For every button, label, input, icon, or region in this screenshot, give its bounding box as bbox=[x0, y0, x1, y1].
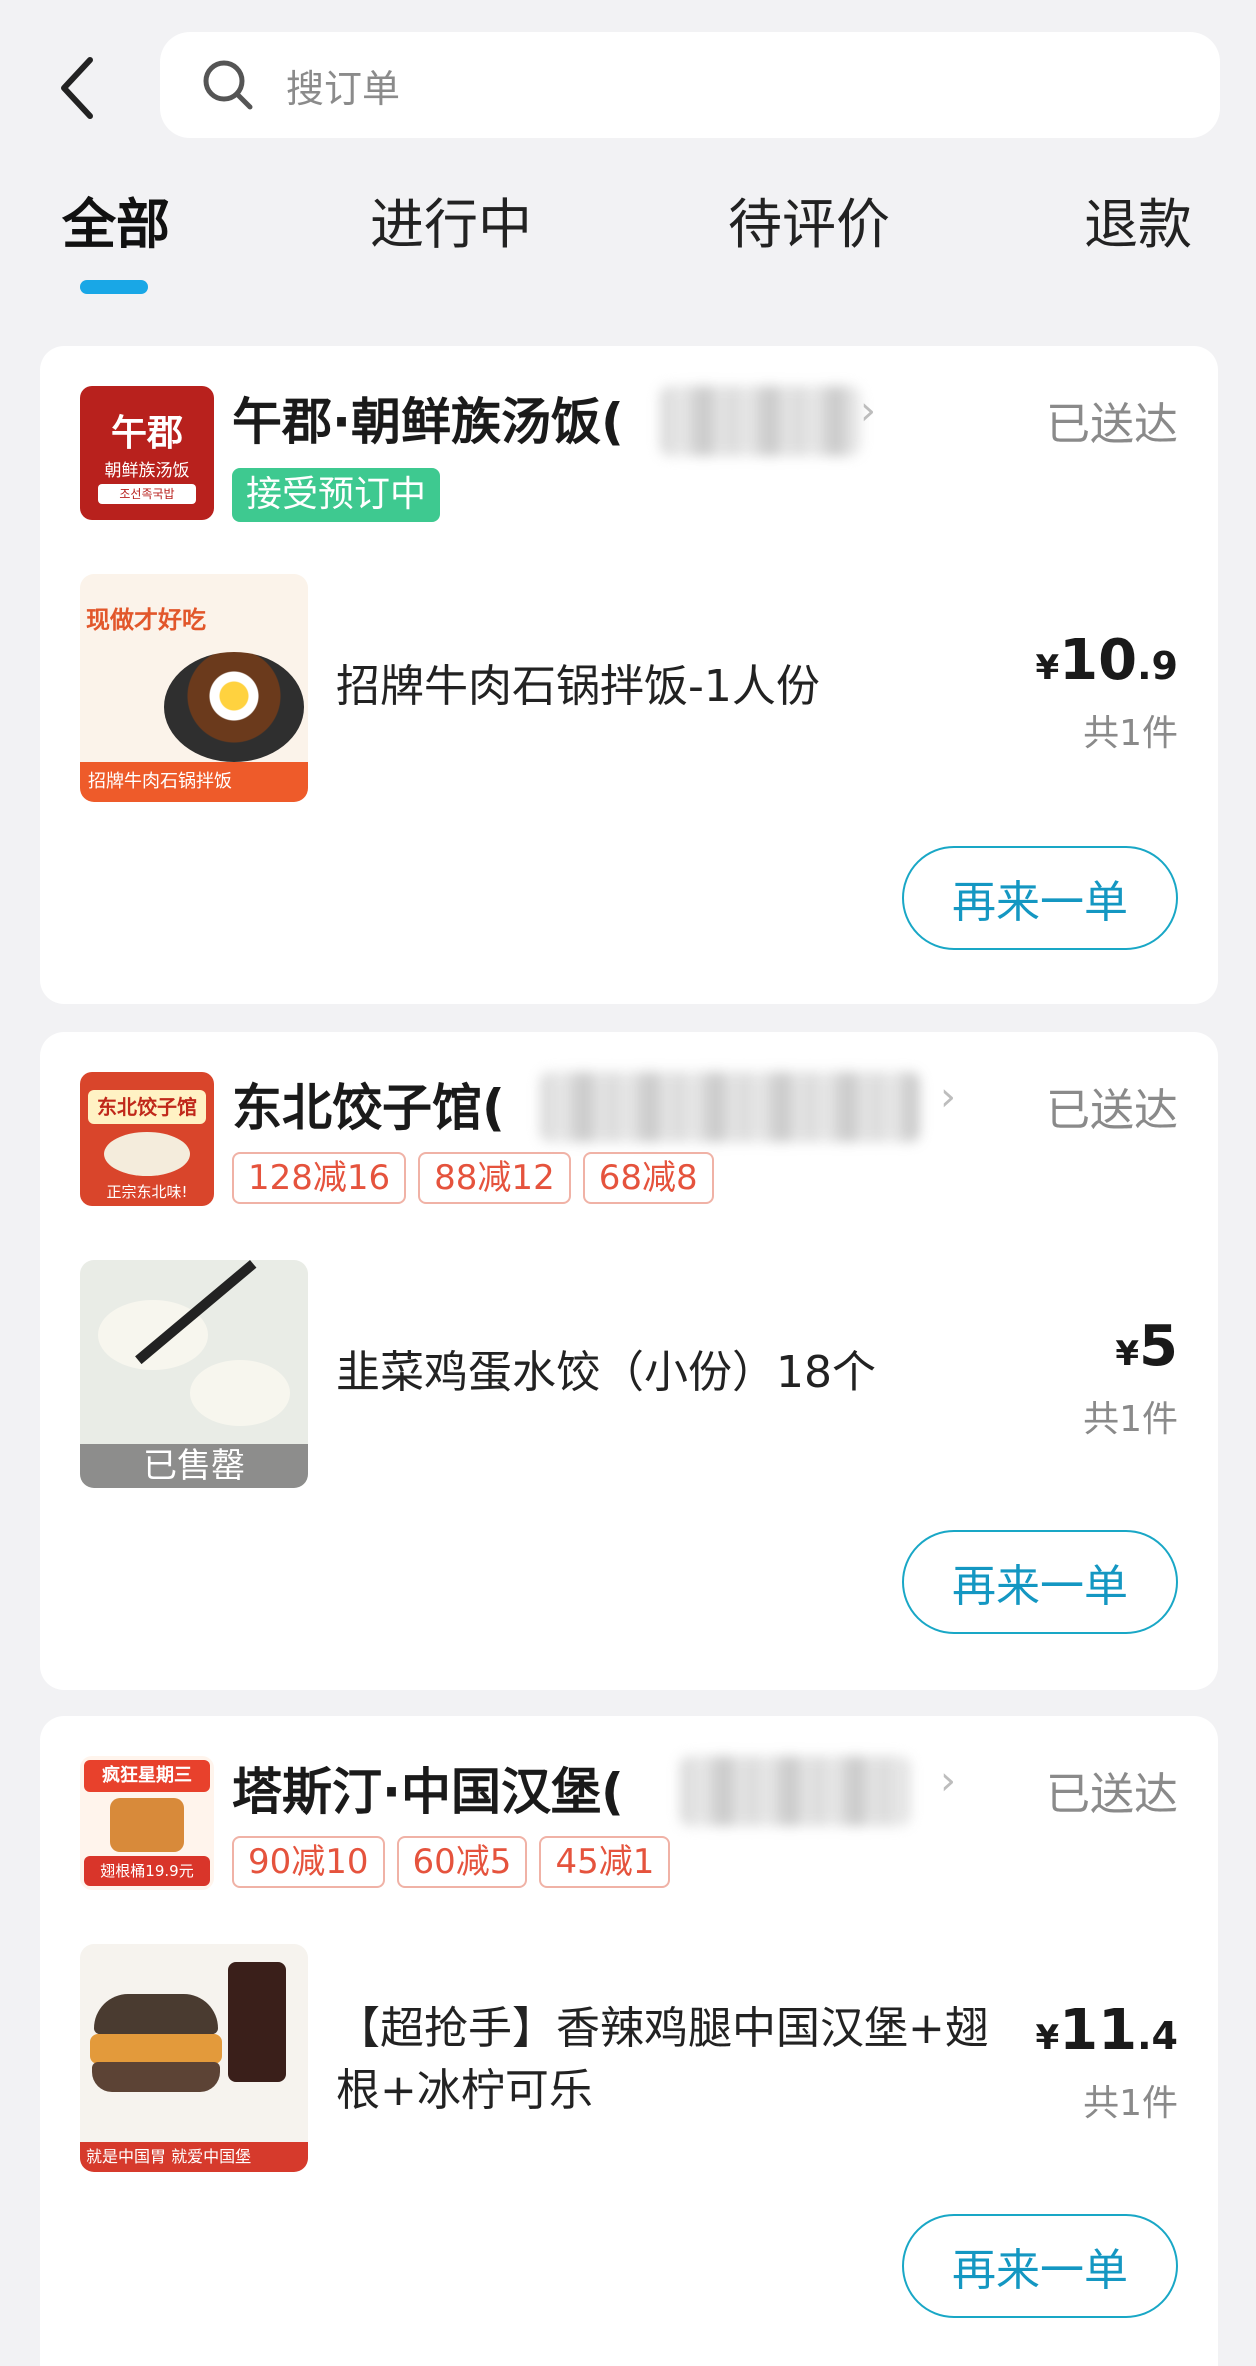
tab-in-progress[interactable]: 进行中 bbox=[370, 180, 532, 259]
logo-korean-text: 조선족국밥 bbox=[98, 484, 196, 504]
promo-tag: 90减10 bbox=[232, 1836, 385, 1888]
promo-tag: 60减5 bbox=[396, 1836, 528, 1888]
order-card[interactable]: 东北饺子馆 正宗东北味! 东北饺子馆( › 已送达 128减16 88减12 6… bbox=[40, 1032, 1218, 1690]
item-quantity: 共1件 bbox=[1083, 713, 1178, 754]
dumpling-icon bbox=[104, 1132, 190, 1176]
burger-bun-icon bbox=[94, 1994, 218, 2034]
item-image: 现做才好吃 招牌牛肉石锅拌饭 bbox=[80, 574, 308, 802]
store-name[interactable]: 东北饺子馆( bbox=[232, 1068, 505, 1140]
reservation-tag: 接受预订中 bbox=[232, 468, 441, 522]
bibimbap-bowl-icon bbox=[164, 652, 304, 762]
item-image: 已售罄 bbox=[80, 1260, 308, 1488]
image-footer: 就是中国胃 就爱中国堡 bbox=[80, 2142, 308, 2172]
burger-bottom-icon bbox=[92, 2062, 220, 2092]
logo-subtext: 正宗东北味! bbox=[106, 1183, 188, 1201]
item-name: 招牌牛肉石锅拌饭-1人份 bbox=[336, 661, 820, 712]
logo-subtext: 翅根桶19.9元 bbox=[84, 1856, 210, 1886]
tab-refund[interactable]: 退款 bbox=[1084, 180, 1192, 259]
sold-out-badge: 已售罄 bbox=[80, 1444, 308, 1488]
back-button[interactable] bbox=[50, 48, 110, 128]
store-name[interactable]: 午郡·朝鲜族汤饭( bbox=[232, 382, 624, 454]
image-footer: 招牌牛肉石锅拌饭 bbox=[80, 762, 308, 802]
store-logo: 疯狂星期三 翅根桶19.9元 bbox=[80, 1756, 214, 1890]
search-icon bbox=[203, 60, 253, 110]
search-placeholder: 搜订单 bbox=[286, 66, 401, 111]
chevron-left-icon bbox=[61, 57, 93, 119]
order-status: 已送达 bbox=[1046, 1769, 1178, 1820]
store-logo: 午郡 朝鲜族汤饭 조선족국밥 bbox=[80, 386, 214, 520]
item-quantity: 共1件 bbox=[1083, 2083, 1178, 2124]
reorder-button[interactable]: 再来一单 bbox=[902, 1530, 1178, 1634]
tab-to-review[interactable]: 待评价 bbox=[728, 180, 890, 259]
promo-tag: 128减16 bbox=[232, 1152, 407, 1204]
store-name[interactable]: 塔斯汀·中国汉堡( bbox=[232, 1752, 624, 1824]
top-bar: 搜订单 bbox=[0, 0, 1256, 160]
search-input[interactable]: 搜订单 bbox=[160, 32, 1220, 138]
chevron-right-icon[interactable]: › bbox=[940, 1074, 956, 1120]
logo-text: 东北饺子馆 bbox=[88, 1090, 206, 1124]
promo-list: 90减10 60减5 45减1 bbox=[232, 1836, 671, 1888]
blurred-address bbox=[680, 1756, 910, 1826]
cola-cup-icon bbox=[228, 1962, 286, 2082]
store-logo: 东北饺子馆 正宗东北味! bbox=[80, 1072, 214, 1206]
logo-subtext: 朝鲜族汤饭 bbox=[104, 461, 190, 481]
item-image: 就是中国胃 就爱中国堡 bbox=[80, 1944, 308, 2172]
reorder-button[interactable]: 再来一单 bbox=[902, 2214, 1178, 2318]
blurred-address bbox=[660, 386, 860, 456]
order-status: 已送达 bbox=[1046, 399, 1178, 450]
promo-list: 128减16 88减12 68减8 bbox=[232, 1152, 714, 1204]
item-price: ¥10.9 bbox=[1035, 628, 1179, 693]
order-tabs: 全部 进行中 待评价 退款 bbox=[0, 170, 1256, 300]
promo-tag: 45减1 bbox=[539, 1836, 671, 1888]
item-name: 韭菜鸡蛋水饺（小份）18个 bbox=[336, 1347, 876, 1398]
reorder-button[interactable]: 再来一单 bbox=[902, 846, 1178, 950]
promo-tag: 68减8 bbox=[582, 1152, 714, 1204]
image-headline: 现做才好吃 bbox=[86, 606, 206, 634]
tab-all[interactable]: 全部 bbox=[62, 180, 170, 259]
chevron-right-icon[interactable]: › bbox=[860, 388, 876, 434]
item-quantity: 共1件 bbox=[1083, 1399, 1178, 1440]
fried-chicken-icon bbox=[110, 1798, 184, 1852]
promo-tag: 88减12 bbox=[418, 1152, 571, 1204]
blurred-address bbox=[540, 1072, 920, 1142]
logo-text: 午郡 bbox=[110, 413, 183, 454]
active-tab-indicator bbox=[80, 280, 148, 294]
order-status: 已送达 bbox=[1046, 1085, 1178, 1136]
dumpling-icon bbox=[190, 1360, 290, 1426]
item-price: ¥5 bbox=[1115, 1314, 1178, 1379]
chevron-right-icon[interactable]: › bbox=[940, 1758, 956, 1804]
logo-text: 疯狂星期三 bbox=[84, 1760, 210, 1792]
item-price: ¥11.4 bbox=[1035, 1998, 1179, 2063]
order-card[interactable]: 疯狂星期三 翅根桶19.9元 塔斯汀·中国汉堡( › 已送达 90减10 60减… bbox=[40, 1716, 1218, 2366]
order-card[interactable]: 午郡 朝鲜族汤饭 조선족국밥 午郡·朝鲜族汤饭( › 已送达 接受预订中 现做才… bbox=[40, 346, 1218, 1004]
item-name: 【超抢手】香辣鸡腿中国汉堡+翅根+冰柠可乐 bbox=[336, 2003, 989, 2116]
burger-patty-icon bbox=[90, 2034, 222, 2064]
